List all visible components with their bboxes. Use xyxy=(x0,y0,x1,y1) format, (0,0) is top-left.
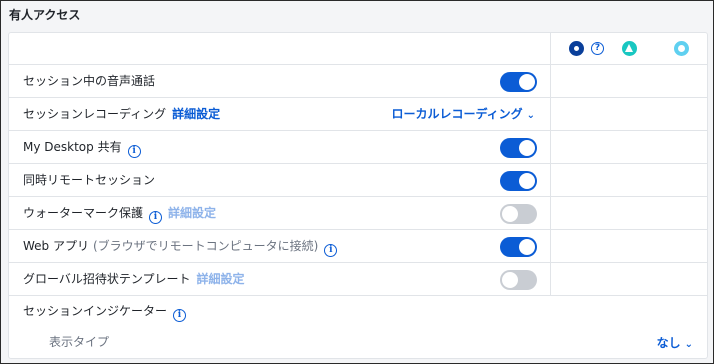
dropdown-value: ローカルレコーディング xyxy=(391,107,523,121)
toggle-knob xyxy=(519,239,535,255)
concurrent-session-toggle[interactable] xyxy=(500,171,537,191)
chevron-down-icon: ⌄ xyxy=(684,339,693,350)
setting-sublabel: (ブラウザでリモートコンピュータに接続) xyxy=(92,239,319,253)
recording-mode-dropdown[interactable]: ローカルレコーディング ⌄ xyxy=(391,98,535,130)
triangle-icon xyxy=(622,41,637,56)
setting-row-invite-template: グローバル招待状テンプレート 詳細設定 xyxy=(9,263,707,296)
display-type-dropdown[interactable]: なし ⌄ xyxy=(657,327,693,359)
display-type-label: 表示タイプ xyxy=(49,335,110,349)
invite-template-toggle[interactable] xyxy=(500,270,537,290)
web-app-toggle[interactable] xyxy=(500,237,537,257)
dropdown-value: なし xyxy=(656,336,681,350)
header-row: ? xyxy=(9,33,707,65)
setting-row-watermark: ウォーターマーク保護 i 詳細設定 xyxy=(9,197,707,230)
setting-label-wrap: My Desktop 共有 i xyxy=(23,131,141,163)
setting-label-wrap: ウォーターマーク保護 i 詳細設定 xyxy=(23,197,216,229)
setting-row-display-type: 表示タイプ なし ⌄ xyxy=(9,327,707,358)
info-icon[interactable]: i xyxy=(173,309,187,322)
window-frame: 有人アクセス ? セッション中の音声通話 セッションレコーディング 詳細設定 ロー… xyxy=(0,0,714,364)
toggle-knob xyxy=(502,272,518,288)
setting-label: セッションインジケーター xyxy=(23,304,168,318)
toggle-knob xyxy=(519,74,535,90)
setting-label-wrap: Web アプリ (ブラウザでリモートコンピュータに接続) i xyxy=(23,230,338,262)
chevron-down-icon: ⌄ xyxy=(526,110,535,121)
setting-label: Web アプリ xyxy=(23,239,89,253)
setting-row-my-desktop: My Desktop 共有 i xyxy=(9,131,707,164)
setting-row-concurrent: 同時リモートセッション xyxy=(9,164,707,197)
help-icon[interactable]: ? xyxy=(591,42,604,55)
settings-card: ? セッション中の音声通話 セッションレコーディング 詳細設定 ローカルレコーディ… xyxy=(8,32,708,359)
setting-row-audio-call: セッション中の音声通話 xyxy=(9,65,707,98)
setting-row-web-app: Web アプリ (ブラウザでリモートコンピュータに接続) i xyxy=(9,230,707,263)
info-icon[interactable]: i xyxy=(324,244,338,257)
watermark-toggle[interactable] xyxy=(500,204,537,224)
setting-label: My Desktop 共有 xyxy=(23,140,122,154)
toggle-knob xyxy=(519,173,535,189)
setting-label: 同時リモートセッション xyxy=(23,173,156,187)
info-icon[interactable]: i xyxy=(149,211,163,224)
my-desktop-toggle[interactable] xyxy=(500,138,537,158)
setting-label: ウォーターマーク保護 xyxy=(23,206,144,220)
setting-label-wrap: セッションレコーディング 詳細設定 xyxy=(23,98,220,130)
audio-call-toggle[interactable] xyxy=(500,72,537,92)
setting-label: セッション中の音声通話 xyxy=(23,74,156,88)
watermark-details-link[interactable]: 詳細設定 xyxy=(168,206,216,220)
recording-details-link[interactable]: 詳細設定 xyxy=(172,107,220,121)
setting-label: グローバル招待状テンプレート xyxy=(23,272,191,286)
setting-row-recording: セッションレコーディング 詳細設定 ローカルレコーディング ⌄ xyxy=(9,98,707,131)
toggle-knob xyxy=(502,206,518,222)
setting-label-wrap: セッションインジケーター i xyxy=(23,296,187,327)
invite-template-details-link[interactable]: 詳細設定 xyxy=(197,272,245,286)
ring-icon xyxy=(674,41,689,56)
setting-label: セッションレコーディング xyxy=(23,107,167,121)
info-icon[interactable]: i xyxy=(127,145,141,158)
section-title: 有人アクセス xyxy=(9,8,81,22)
setting-label-wrap: グローバル招待状テンプレート 詳細設定 xyxy=(23,263,245,295)
toggle-knob xyxy=(519,140,535,156)
dot-circle-icon xyxy=(569,41,584,56)
setting-row-indicator: セッションインジケーター i xyxy=(9,296,707,327)
